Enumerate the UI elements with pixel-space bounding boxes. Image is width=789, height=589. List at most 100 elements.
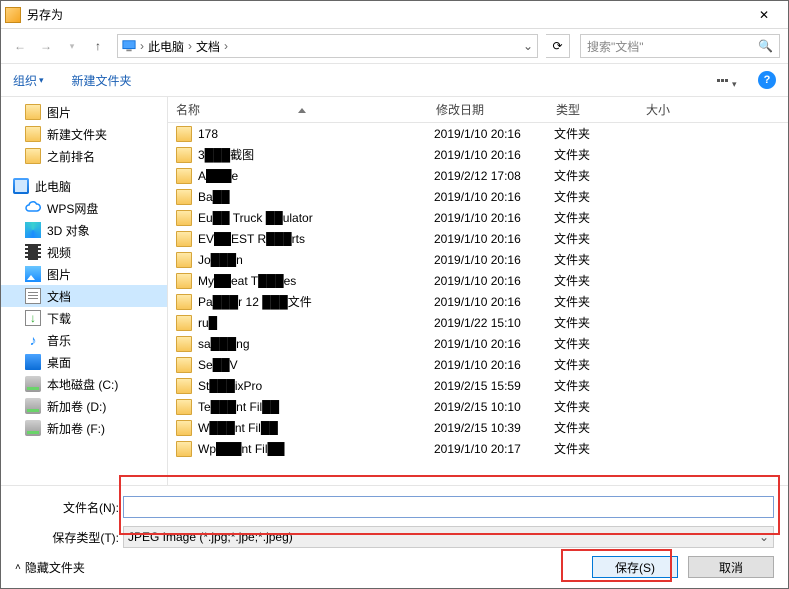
sidebar-item[interactable]: 本地磁盘 (C:) <box>1 373 167 395</box>
back-button[interactable]: ← <box>9 35 31 57</box>
sidebar-item[interactable]: 新建文件夹 <box>1 123 167 145</box>
col-name[interactable]: 名称 <box>168 101 428 118</box>
col-date[interactable]: 修改日期 <box>428 101 548 118</box>
organize-menu[interactable]: 组织▾ <box>13 72 44 89</box>
file-row[interactable]: W███nt Fil██2019/2/15 10:39文件夹 <box>168 417 788 438</box>
forward-button[interactable]: → <box>35 35 57 57</box>
save-button[interactable]: 保存(S) <box>592 556 678 578</box>
filetype-select[interactable]: JPEG Image (*.jpg;*.jpe;*.jpeg) ⌄ <box>123 526 774 548</box>
sidebar-item[interactable]: ↓下载 <box>1 307 167 329</box>
file-date: 2019/1/10 20:16 <box>434 127 554 141</box>
new-folder-button[interactable]: 新建文件夹 <box>72 72 132 89</box>
sidebar-item[interactable]: 图片 <box>1 263 167 285</box>
file-name: ru█ <box>198 316 434 330</box>
file-row[interactable]: Se██V2019/1/10 20:16文件夹 <box>168 354 788 375</box>
up-button[interactable]: ↑ <box>87 35 109 57</box>
folder-icon <box>176 357 192 373</box>
sidebar-item[interactable]: ♪ 音乐 <box>1 329 167 351</box>
sidebar-item[interactable]: 文档 <box>1 285 167 307</box>
file-list[interactable]: 1782019/1/10 20:16文件夹3███截图2019/1/10 20:… <box>168 123 788 485</box>
sidebar-item[interactable]: 新加卷 (D:) <box>1 395 167 417</box>
file-row[interactable]: St███ixPro2019/2/15 15:59文件夹 <box>168 375 788 396</box>
file-row[interactable]: My██eat T███es2019/1/10 20:16文件夹 <box>168 270 788 291</box>
file-name: Te███nt Fil██ <box>198 400 434 414</box>
file-date: 2019/1/10 20:16 <box>434 274 554 288</box>
file-row[interactable]: Ba██2019/1/10 20:16文件夹 <box>168 186 788 207</box>
close-button[interactable]: ✕ <box>744 1 784 28</box>
file-type: 文件夹 <box>554 293 644 310</box>
folder-icon <box>176 189 192 205</box>
file-type: 文件夹 <box>554 167 644 184</box>
sidebar-item-label: 文档 <box>47 288 71 305</box>
sidebar-item[interactable]: 桌面 <box>1 351 167 373</box>
file-row[interactable]: Eu██ Truck ██ulator2019/1/10 20:16文件夹 <box>168 207 788 228</box>
sidebar-item-label: 新加卷 (F:) <box>47 420 105 437</box>
file-name: EV██EST R███rts <box>198 232 434 246</box>
sidebar-item-label: 本地磁盘 (C:) <box>47 376 118 393</box>
folder-icon <box>176 315 192 331</box>
file-date: 2019/1/22 15:10 <box>434 316 554 330</box>
folder-icon <box>176 399 192 415</box>
file-row[interactable]: 1782019/1/10 20:16文件夹 <box>168 123 788 144</box>
search-placeholder: 搜索"文档" <box>587 38 758 55</box>
file-date: 2019/1/10 20:17 <box>434 442 554 456</box>
file-row[interactable]: sa███ng2019/1/10 20:16文件夹 <box>168 333 788 354</box>
file-date: 2019/2/15 10:10 <box>434 400 554 414</box>
file-date: 2019/2/15 15:59 <box>434 379 554 393</box>
file-row[interactable]: 3███截图2019/1/10 20:16文件夹 <box>168 144 788 165</box>
address-dropdown[interactable]: ⌄ <box>523 39 533 53</box>
col-type[interactable]: 类型 <box>548 101 638 118</box>
sort-asc-icon <box>298 108 306 113</box>
path-segment-root[interactable]: 此电脑 <box>148 38 184 55</box>
file-row[interactable]: Te███nt Fil██2019/2/15 10:10文件夹 <box>168 396 788 417</box>
file-row[interactable]: Wp███nt Fil██2019/1/10 20:17文件夹 <box>168 438 788 459</box>
file-date: 2019/2/12 17:08 <box>434 169 554 183</box>
hide-folders-toggle[interactable]: ˄ 隐藏文件夹 <box>15 559 85 576</box>
file-name: A███e <box>198 169 434 183</box>
filename-input[interactable] <box>123 496 774 518</box>
sidebar-item[interactable]: 新加卷 (F:) <box>1 417 167 439</box>
recent-dropdown[interactable]: ▾ <box>61 35 83 57</box>
file-type: 文件夹 <box>554 188 644 205</box>
file-row[interactable]: EV██EST R███rts2019/1/10 20:16文件夹 <box>168 228 788 249</box>
music-icon: ♪ <box>25 332 41 348</box>
col-size[interactable]: 大小 <box>638 101 718 118</box>
sidebar-item[interactable]: 3D 对象 <box>1 219 167 241</box>
sidebar-item[interactable]: WPS网盘 <box>1 197 167 219</box>
sidebar-item[interactable]: 此电脑 <box>1 175 167 197</box>
file-date: 2019/1/10 20:16 <box>434 337 554 351</box>
file-type: 文件夹 <box>554 209 644 226</box>
sidebar-item[interactable]: 视频 <box>1 241 167 263</box>
chevron-right-icon: › <box>222 39 230 53</box>
path-segment-current[interactable]: 文档 <box>196 38 220 55</box>
sidebar-item-label: 此电脑 <box>35 178 71 195</box>
file-row[interactable]: ru█2019/1/22 15:10文件夹 <box>168 312 788 333</box>
file-row[interactable]: Jo███n2019/1/10 20:16文件夹 <box>168 249 788 270</box>
folder-icon <box>176 273 192 289</box>
nav-row: ← → ▾ ↑ › 此电脑 › 文档 › ⌄ ⟳ 搜索"文档" 🔍 <box>1 29 788 63</box>
refresh-button[interactable]: ⟳ <box>546 34 570 58</box>
sidebar-item[interactable]: 图片 <box>1 101 167 123</box>
sidebar-item[interactable]: 之前排名 <box>1 145 167 167</box>
search-input[interactable]: 搜索"文档" 🔍 <box>580 34 780 58</box>
file-date: 2019/1/10 20:16 <box>434 295 554 309</box>
folder-icon <box>176 378 192 394</box>
cancel-button[interactable]: 取消 <box>688 556 774 578</box>
file-row[interactable]: A███e2019/2/12 17:08文件夹 <box>168 165 788 186</box>
pc-icon <box>13 178 29 194</box>
folder-icon <box>176 231 192 247</box>
sidebar-item-label: 图片 <box>47 104 71 121</box>
sidebar-item-label: 音乐 <box>47 332 71 349</box>
folder-icon <box>176 441 192 457</box>
file-row[interactable]: Pa███r 12 ███文件2019/1/10 20:16文件夹 <box>168 291 788 312</box>
help-button[interactable]: ? <box>758 71 776 89</box>
view-options-button[interactable]: ▾ <box>712 71 740 89</box>
titlebar: 另存为 ✕ <box>1 1 788 29</box>
file-date: 2019/2/15 10:39 <box>434 421 554 435</box>
toolbar: 组织▾ 新建文件夹 ▾ ? <box>1 63 788 97</box>
file-type: 文件夹 <box>554 272 644 289</box>
file-date: 2019/1/10 20:16 <box>434 190 554 204</box>
address-bar[interactable]: › 此电脑 › 文档 › ⌄ <box>117 34 538 58</box>
cloud-icon <box>25 200 41 216</box>
file-name: Wp███nt Fil██ <box>198 442 434 456</box>
